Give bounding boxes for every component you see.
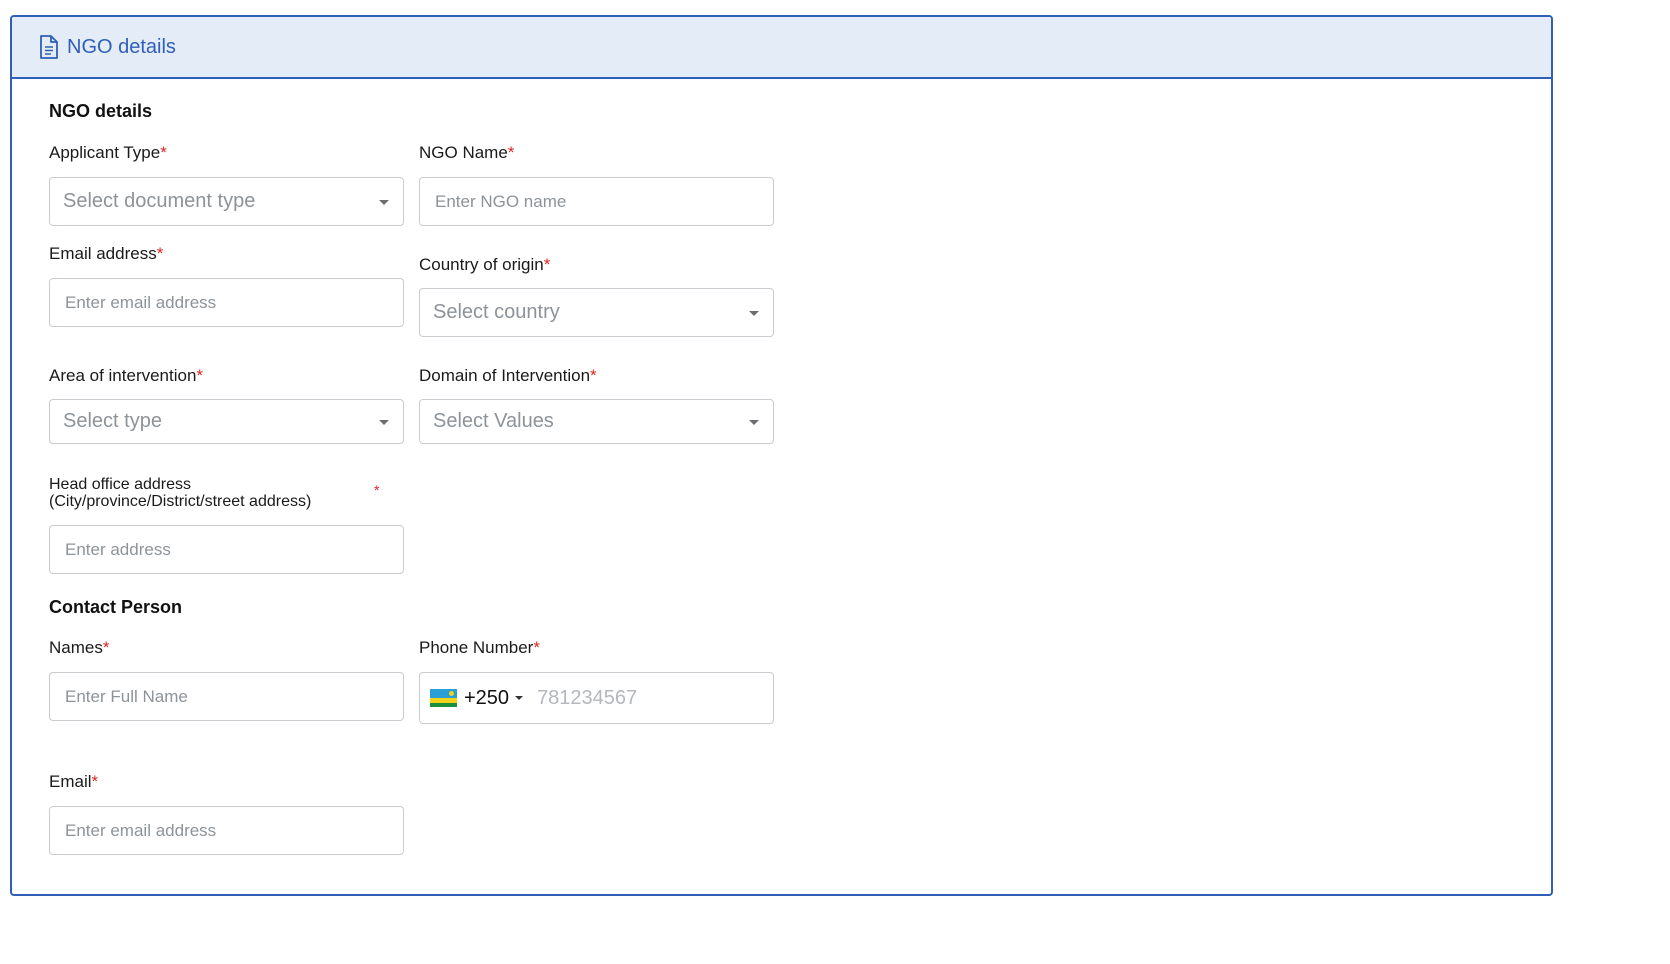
- document-icon: [39, 35, 59, 59]
- head-office-address-input[interactable]: Enter address: [49, 525, 404, 574]
- head-office-address-label: Head office address (City/province/Distr…: [49, 476, 311, 510]
- contact-email-placeholder: Enter email address: [65, 820, 217, 840]
- contact-email-label-text: Email: [49, 772, 92, 791]
- applicant-type-placeholder: Select document type: [63, 190, 256, 212]
- required-marker: *: [160, 143, 167, 162]
- email-address-label: Email address*: [49, 244, 163, 264]
- required-marker: *: [590, 366, 597, 385]
- required-marker: *: [507, 143, 515, 162]
- names-input[interactable]: Enter Full Name: [49, 672, 404, 721]
- phone-number-label: Phone Number*: [419, 638, 540, 658]
- area-of-intervention-select[interactable]: Select type: [49, 399, 404, 444]
- country-of-origin-label: Country of origin*: [419, 255, 550, 275]
- section-title-ngo-details: NGO details: [49, 101, 153, 121]
- contact-email-input[interactable]: Enter email address: [49, 806, 404, 855]
- country-placeholder: Select country: [433, 301, 560, 323]
- names-placeholder: Enter Full Name: [65, 686, 188, 706]
- email-address-input[interactable]: Enter email address: [49, 278, 404, 327]
- chevron-down-icon: [749, 419, 759, 425]
- email-address-label-text: Email address: [49, 244, 157, 263]
- names-label: Names*: [49, 638, 109, 658]
- required-marker: *: [374, 482, 380, 498]
- dial-code[interactable]: +250: [464, 687, 509, 710]
- ngo-name-label: NGO Name*: [419, 143, 514, 163]
- ngo-name-label-text: NGO Name: [419, 143, 508, 162]
- chevron-down-icon: [379, 199, 389, 205]
- panel-header[interactable]: NGO details: [12, 17, 1551, 79]
- domain-placeholder: Select Values: [433, 410, 554, 432]
- applicant-type-select[interactable]: Select document type: [49, 177, 404, 226]
- head-office-label-line2: (City/province/District/street address): [49, 493, 312, 510]
- phone-placeholder: 781234567: [537, 686, 638, 709]
- rwanda-flag-icon[interactable]: [430, 689, 457, 707]
- required-marker: *: [102, 638, 110, 657]
- required-marker: *: [196, 366, 204, 385]
- ngo-name-input[interactable]: Enter NGO name: [419, 177, 774, 226]
- phone-number-label-text: Phone Number: [419, 638, 534, 657]
- domain-of-intervention-select[interactable]: Select Values: [419, 399, 774, 444]
- required-marker: *: [543, 255, 551, 274]
- address-placeholder: Enter address: [65, 539, 171, 559]
- area-placeholder: Select type: [63, 410, 162, 432]
- area-of-intervention-label: Area of intervention*: [49, 366, 203, 386]
- domain-of-intervention-label: Domain of Intervention*: [419, 366, 597, 386]
- applicant-type-label: Applicant Type*: [49, 143, 167, 163]
- chevron-down-icon: [749, 310, 759, 316]
- panel-title: NGO details: [67, 35, 176, 58]
- names-label-text: Names: [49, 638, 103, 657]
- country-of-origin-label-text: Country of origin: [419, 255, 544, 274]
- head-office-label-line1: Head office address: [49, 476, 192, 493]
- email-address-placeholder: Enter email address: [65, 292, 217, 312]
- ngo-details-panel: NGO details: [10, 15, 1553, 896]
- phone-number-input[interactable]: +250 781234567: [419, 672, 774, 724]
- chevron-down-icon[interactable]: [515, 696, 524, 700]
- ngo-name-placeholder: Enter NGO name: [435, 191, 567, 211]
- applicant-type-label-text: Applicant Type: [49, 143, 161, 162]
- country-of-origin-select[interactable]: Select country: [419, 288, 774, 337]
- domain-of-intervention-label-text: Domain of Intervention: [419, 366, 591, 385]
- chevron-down-icon: [379, 419, 389, 425]
- contact-email-label: Email*: [49, 772, 98, 792]
- required-marker: *: [91, 772, 99, 791]
- area-of-intervention-label-text: Area of intervention: [49, 366, 197, 385]
- required-marker: *: [156, 244, 164, 263]
- section-title-contact-person: Contact Person: [49, 597, 183, 617]
- required-marker: *: [533, 638, 540, 657]
